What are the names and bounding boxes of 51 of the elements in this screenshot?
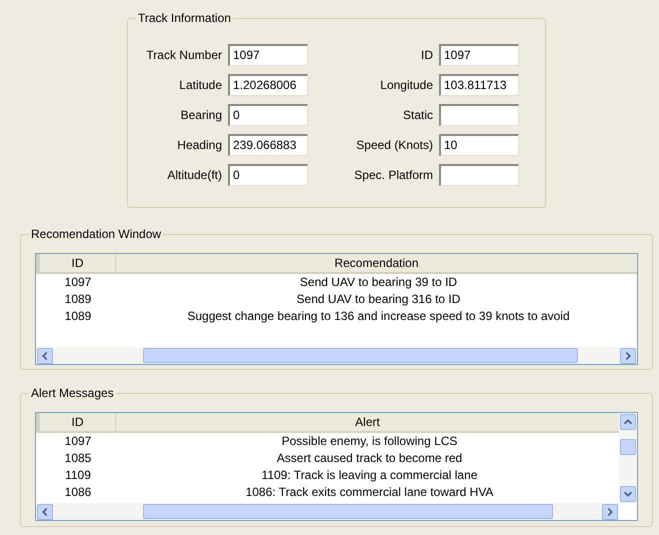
scroll-up-icon[interactable] — [620, 414, 636, 430]
table-cell-text: 1109 — [64, 467, 92, 484]
field-label: Altitude(ft) — [167, 167, 222, 184]
scrollbar-thumb[interactable] — [143, 348, 578, 363]
table-cell-text: Send UAV to bearing 39 to ID — [298, 274, 458, 291]
scrollbar-thumb[interactable] — [143, 504, 553, 519]
text-field[interactable]: 103.811713 — [439, 74, 519, 96]
text-field[interactable]: 1097 — [228, 44, 308, 66]
table-cell-text: 1086: Track exits commercial lane toward HVA — [244, 484, 494, 501]
scroll-left-icon[interactable] — [37, 348, 53, 364]
table-cell-text: Possible enemy, is following LCS — [280, 433, 458, 450]
group-title: Alert Messages — [29, 385, 116, 401]
scroll-right-icon[interactable] — [620, 348, 636, 364]
table-cell-text: Suggest change bearing to 136 and increase speed to 39 knots to avoid — [186, 308, 571, 325]
field-label: Latitude — [179, 77, 222, 94]
field-label: Track Number — [146, 47, 222, 64]
text-field[interactable]: 1097 — [439, 44, 519, 66]
table-cell-text: 1086 — [64, 484, 92, 501]
scroll-left-icon[interactable] — [37, 504, 53, 520]
table-cell-text: 1109: Track is leaving a commercial lane — [260, 467, 478, 484]
scrollbar-thumb[interactable] — [620, 439, 636, 455]
text-field[interactable]: 1.20268006 — [228, 74, 308, 96]
table-cell-text: 1089 — [64, 308, 92, 325]
text-field[interactable]: 0 — [228, 164, 308, 186]
table-cell-text: 1097 — [64, 274, 92, 291]
table-cell-text: 1085 — [64, 450, 92, 467]
text-field[interactable]: 239.066883 — [228, 134, 308, 156]
table-cell-text: Send UAV to bearing 316 to ID — [296, 291, 462, 308]
field-label: Longitude — [380, 77, 433, 94]
horizontal-scrollbar[interactable] — [36, 347, 637, 364]
vertical-scrollbar[interactable] — [619, 413, 637, 503]
table-cell-text: 1097 — [64, 433, 92, 450]
scroll-down-icon[interactable] — [620, 486, 636, 502]
column-header[interactable]: ID — [36, 413, 116, 431]
field-label: Speed (Knots) — [356, 137, 433, 154]
table-cell-text: 1089 — [64, 291, 92, 308]
field-label: Heading — [177, 137, 222, 154]
field-label: Bearing — [180, 107, 222, 124]
field-label: ID — [421, 47, 433, 64]
text-field[interactable] — [439, 164, 519, 186]
text-field[interactable]: 10 — [439, 134, 519, 156]
column-header[interactable]: ID — [36, 254, 116, 272]
field-label: Spec. Platform — [354, 167, 433, 184]
horizontal-scrollbar[interactable] — [36, 503, 619, 520]
field-label: Static — [402, 107, 433, 124]
text-field[interactable]: 0 — [228, 104, 308, 126]
scroll-right-icon[interactable] — [602, 504, 618, 520]
text-field[interactable] — [439, 104, 519, 126]
table-cell-text: Assert caused track to become red — [276, 450, 464, 467]
column-header[interactable]: Alert — [116, 413, 619, 431]
column-header[interactable]: Recomendation — [116, 254, 637, 272]
